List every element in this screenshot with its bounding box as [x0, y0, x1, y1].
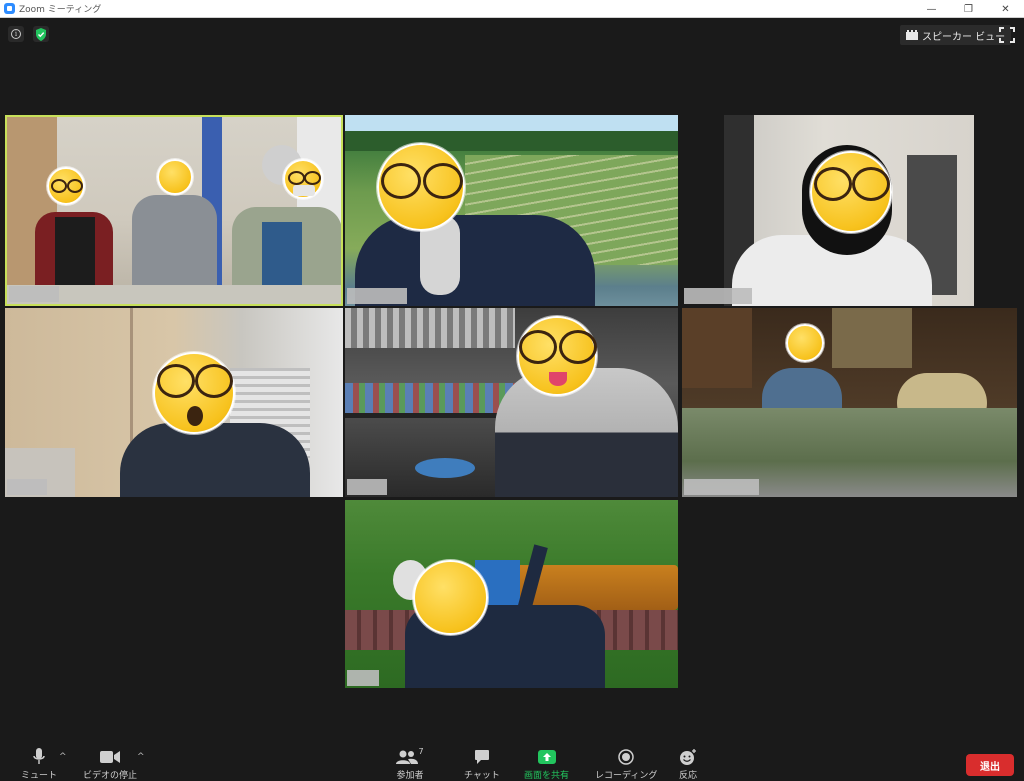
record-label: レコーディング	[595, 771, 658, 781]
emoji-face-4	[377, 143, 465, 231]
chat-label: チャット	[464, 771, 500, 781]
video-tile-7[interactable]	[345, 500, 678, 688]
speaker-view-label: スピーカー ビュー	[922, 31, 1006, 43]
video-camera-icon	[100, 751, 120, 763]
participant-name-tag	[684, 479, 759, 495]
close-window-button[interactable]: ✕	[987, 0, 1024, 18]
share-screen-icon	[537, 750, 556, 764]
participant-name-tag	[7, 479, 47, 495]
chat-button[interactable]: チャット	[464, 748, 500, 781]
participant-name-tag	[347, 670, 379, 686]
leave-meeting-button[interactable]: 退出	[966, 754, 1014, 776]
window-titlebar: Zoom ミーティング — ❐ ✕	[0, 0, 1024, 18]
reaction-smiley-icon	[680, 749, 696, 765]
participants-button[interactable]: 7 参加者	[394, 746, 426, 781]
video-options-chevron-icon[interactable]: ^	[137, 752, 145, 762]
emoji-face-7	[517, 316, 597, 396]
share-screen-button[interactable]: 画面を共有	[524, 748, 569, 781]
speaker-view-icon	[906, 30, 918, 40]
mute-button[interactable]: ミュート	[21, 748, 57, 781]
mute-label: ミュート	[21, 771, 58, 781]
meeting-toolbar	[0, 740, 1024, 780]
video-tile-6[interactable]	[682, 308, 1017, 497]
participant-name-tag	[684, 288, 752, 304]
restore-button[interactable]: ❐	[950, 0, 987, 18]
speaker-view-button[interactable]: スピーカー ビュー	[900, 25, 1012, 45]
participants-count: 7	[418, 746, 424, 756]
emoji-face-3	[283, 159, 323, 199]
participants-icon	[396, 750, 419, 764]
video-tile-1[interactable]	[5, 115, 343, 306]
window-title: Zoom ミーティング	[19, 5, 102, 15]
participant-name-tag	[347, 288, 407, 304]
stop-video-label: ビデオの停止	[83, 771, 138, 781]
participant-name-tag	[9, 286, 59, 302]
record-icon	[618, 749, 634, 765]
emoji-face-8	[786, 324, 824, 362]
reactions-label: 反応	[678, 771, 697, 781]
emoji-face-2	[157, 159, 193, 195]
shield-check-icon[interactable]	[33, 26, 49, 42]
microphone-icon	[33, 748, 45, 764]
record-button[interactable]: レコーディング	[595, 748, 657, 781]
emoji-face-5	[810, 151, 892, 233]
emoji-face-1	[47, 167, 85, 205]
emoji-face-6	[153, 352, 235, 434]
info-icon[interactable]: i	[8, 26, 24, 42]
share-screen-label: 画面を共有	[524, 771, 570, 781]
reactions-button[interactable]: 反応	[678, 748, 698, 781]
stop-video-button[interactable]: ビデオの停止	[83, 748, 137, 781]
emoji-face-9	[413, 560, 488, 635]
chat-icon	[474, 750, 489, 764]
window-controls: — ❐ ✕	[913, 0, 1024, 18]
video-tile-2[interactable]	[345, 115, 678, 306]
minimize-button[interactable]: —	[913, 0, 950, 18]
video-tile-5[interactable]	[345, 308, 678, 497]
zoom-app-icon	[4, 3, 15, 14]
mute-options-chevron-icon[interactable]: ^	[59, 752, 67, 762]
participant-name-tag	[347, 479, 387, 495]
video-tile-3[interactable]	[682, 115, 1017, 306]
fullscreen-icon[interactable]	[999, 27, 1015, 43]
video-tile-4[interactable]	[5, 308, 343, 497]
participants-label: 参加者	[396, 771, 424, 781]
